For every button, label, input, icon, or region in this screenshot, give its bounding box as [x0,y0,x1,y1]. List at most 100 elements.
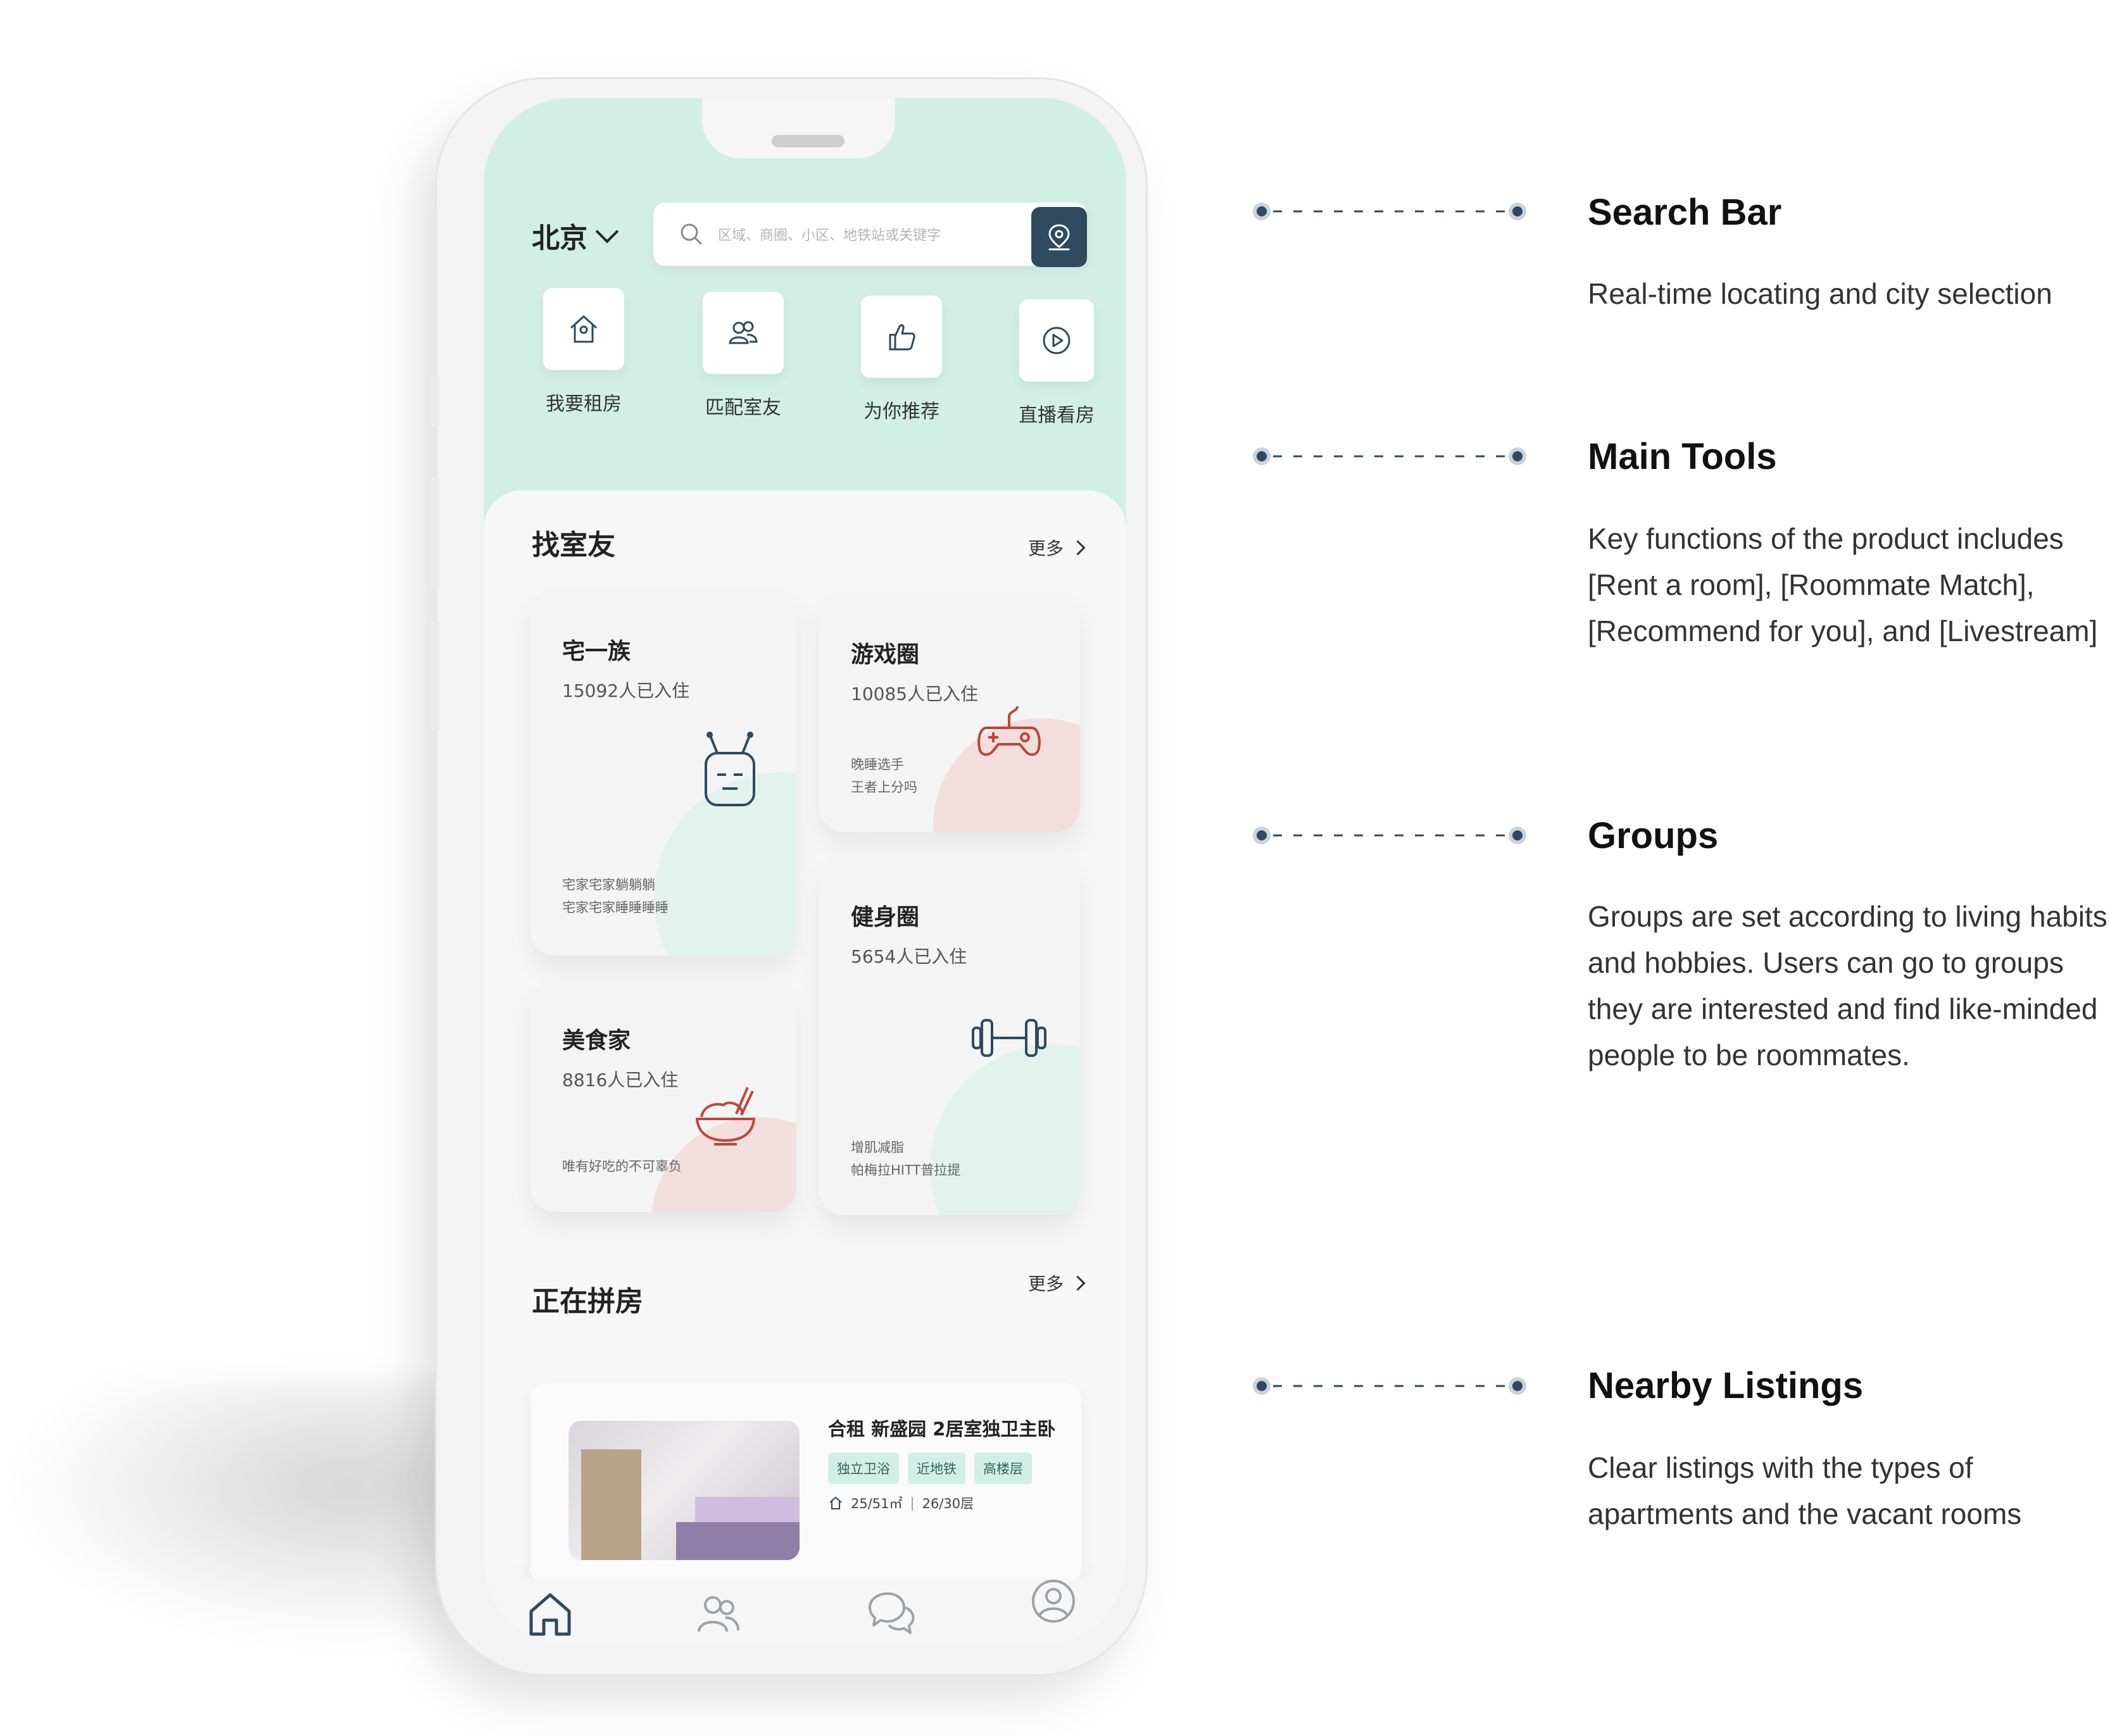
annotation-desc: Clear listings with the types of apartme… [1588,1445,2021,1537]
group-count: 15092人已入住 [562,680,690,701]
more-label: 更多 [1028,1273,1064,1294]
group-name: 宅一族 [562,639,631,665]
people-icon [729,321,758,344]
listing-tag: 独立卫浴 [828,1452,899,1484]
volume-down-button [430,620,439,731]
tool-livestream[interactable]: 直播看房 [993,299,1120,427]
group-count: 8816人已入住 [562,1070,679,1090]
group-name: 美食家 [562,1028,631,1054]
city-selector[interactable]: 北京 [532,215,619,256]
group-card-gaming[interactable]: 游戏圈 10085人已入住 晚睡选手 王者上分吗 [819,592,1080,832]
desc-line: 增肌减脂 [851,1140,904,1155]
annotation-line: [Rent a room], [Roommate Match], [1588,568,2035,601]
tab-home[interactable] [525,1589,575,1642]
group-desc: 宅家宅家躺躺躺 宅家宅家睡睡睡睡 [562,873,669,919]
group-name: 健身圈 [851,904,920,930]
friends-icon [698,1596,739,1632]
tool-label: 匹配室友 [705,397,781,419]
connector-main-tools [1253,447,1526,465]
rice-bowl-icon [696,1087,755,1146]
annotation-line: they are interested and find like-minded [1588,992,2098,1025]
group-card-homebody[interactable]: 宅一族 15092人已入住 宅家宅家躺躺躺 宅家宅家睡睡睡睡 [531,589,796,956]
annotation-desc: Key functions of the product includes [R… [1588,516,2097,654]
desc-line: 宅家宅家睡睡睡睡 [562,900,669,915]
listing-floor: 26/30层 [922,1496,974,1511]
chat-icon [869,1592,915,1634]
group-count: 5654人已入住 [851,946,967,967]
annotation-title: Main Tools [1588,436,1777,477]
connector-groups [1253,827,1526,844]
location-pin-icon [1048,223,1070,250]
listing-title: 合租 新盛园 2居室独卫主卧 [828,1418,1056,1440]
gamepad-icon [977,706,1041,756]
house-icon [829,1496,842,1509]
annotation-line: apartments and the vacant rooms [1588,1497,2022,1530]
city-label: 北京 [532,222,587,254]
play-icon [1043,327,1071,354]
tab-chat[interactable] [862,1589,919,1642]
listing-tag: 高楼层 [974,1452,1032,1484]
tab-friends[interactable] [693,1589,743,1642]
annotation-line: people to be roommates. [1588,1039,1910,1071]
annotation-title: Groups [1588,815,1719,856]
listing-meta: 25/51㎡ | 26/30层 [828,1494,974,1513]
section-title-sharing: 正在拼房 [532,1285,643,1318]
robot-icon [705,732,755,806]
tool-label: 为你推荐 [863,401,939,423]
phone-screen: 北京 区域、商圈、小区、地铁站或关键字 我要租房 匹配室友 为你推荐 直播看房 … [484,98,1126,1645]
home-icon [529,1593,571,1636]
house-icon [570,315,598,343]
annotation-line: and hobbies. Users can go to groups [1588,946,2064,979]
tool-roommate-match[interactable]: 匹配室友 [680,292,807,420]
desc-line: 晚睡选手 [851,757,904,772]
annotation-line: Clear listings with the types of [1588,1451,1973,1484]
speaker [772,135,845,147]
search-icon [681,223,702,245]
chevron-right-icon [1070,539,1086,556]
thumbs-up-icon [889,324,915,351]
group-card-foodie[interactable]: 美食家 8816人已入住 唯有好吃的不可辜负 [531,981,796,1212]
annotation-desc: Real-time locating and city selection [1588,271,2052,317]
annotation-title: Nearby Listings [1588,1365,1864,1406]
listing-tags: 独立卫浴 近地铁 高楼层 [828,1452,1032,1484]
group-name: 游戏圈 [851,642,920,668]
desc-line: 唯有好吃的不可辜负 [562,1159,682,1174]
listing-card[interactable]: 合租 新盛园 2居室独卫主卧 独立卫浴 近地铁 高楼层 25/51㎡ | 26/… [531,1383,1081,1585]
listing-tag: 近地铁 [908,1452,965,1484]
group-card-fitness[interactable]: 健身圈 5654人已入住 增肌减脂 帕梅拉HITT普拉提 [819,854,1080,1215]
annotation-line: Key functions of the product includes [1588,522,2064,555]
more-link-sharing[interactable]: 更多 [1028,1270,1086,1296]
group-count: 10085人已入住 [851,684,979,704]
tool-rent-room[interactable]: 我要租房 [520,288,647,416]
mute-switch [430,377,439,427]
desc-line: 帕梅拉HITT普拉提 [851,1163,961,1178]
locate-button[interactable] [1031,207,1087,267]
tool-label: 我要租房 [546,393,622,415]
group-desc: 晚睡选手 王者上分吗 [851,753,917,799]
volume-up-button [430,478,439,589]
annotation-title: Search Bar [1588,192,1782,233]
group-desc: 增肌减脂 帕梅拉HITT普拉提 [851,1136,960,1182]
dumbbell-icon [972,1019,1046,1057]
annotation-line: Groups are set according to living habit… [1588,900,2107,933]
tool-recommend[interactable]: 为你推荐 [838,296,965,423]
search-placeholder: 区域、商圈、小区、地铁站或关键字 [718,228,941,244]
more-link-roommates[interactable]: 更多 [1028,535,1086,560]
listing-area: 25/51㎡ [851,1496,903,1511]
phone-mockup: 北京 区域、商圈、小区、地铁站或关键字 我要租房 匹配室友 为你推荐 直播看房 … [430,79,1146,1674]
connector-search-bar [1253,203,1526,220]
desc-line: 王者上分吗 [851,780,917,795]
annotation-line: [Recommend for you], and [Livestream] [1588,615,2098,647]
tab-profile[interactable] [1028,1576,1079,1629]
connector-nearby-listings [1253,1377,1526,1395]
listing-photo [568,1421,800,1560]
profile-icon [1032,1580,1075,1623]
section-title-roommates: 找室友 [532,529,615,561]
chevron-down-icon [595,220,619,244]
search-bar[interactable]: 区域、商圈、小区、地铁站或关键字 [653,203,1087,266]
annotation-line: Real-time locating and city selection [1588,277,2052,310]
annotation-desc: Groups are set according to living habit… [1588,894,2107,1078]
desc-line: 宅家宅家躺躺躺 [562,877,655,892]
card-blob [930,1044,1080,1215]
more-label: 更多 [1028,538,1064,559]
